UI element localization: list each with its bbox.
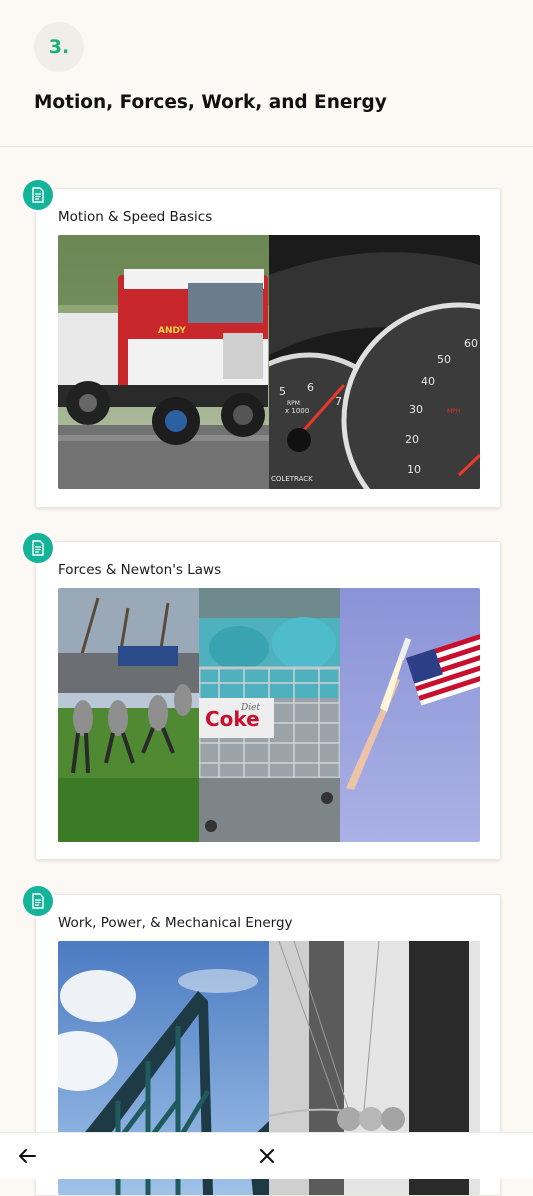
speedometer-photo: 5 6 7 RPM x 1000 60 50 40 30 20 10 MPH C…: [269, 235, 480, 489]
svg-text:7: 7: [335, 395, 342, 408]
svg-text:20: 20: [405, 433, 419, 446]
card-title: Motion & Speed Basics: [58, 209, 213, 225]
svg-text:MPH: MPH: [447, 408, 460, 415]
svg-text:30: 30: [409, 403, 423, 416]
lesson-card-motion[interactable]: Motion & Speed Basics ANDY 5 6 7 RPM x 1…: [23, 180, 501, 508]
card-image[interactable]: Coke Diet: [58, 588, 480, 842]
svg-text:50: 50: [437, 353, 451, 366]
document-icon: [23, 180, 53, 210]
arrow-left-icon: [19, 1149, 36, 1163]
section-title: Motion, Forces, Work, and Energy: [34, 92, 387, 113]
svg-text:40: 40: [421, 375, 435, 388]
svg-text:60: 60: [464, 337, 478, 350]
card-image[interactable]: ANDY 5 6 7 RPM x 1000 60 50 40 30 20 10 …: [58, 235, 480, 489]
truck-name: ANDY: [158, 326, 186, 336]
shopping-cart-photo: Coke Diet: [199, 588, 340, 842]
card-title: Forces & Newton's Laws: [58, 562, 222, 578]
truck-photo: ANDY: [58, 235, 269, 489]
tug-of-war-photo: [58, 588, 199, 842]
close-button[interactable]: [252, 1141, 282, 1171]
section-number: 3.: [48, 36, 70, 58]
svg-text:x 1000: x 1000: [285, 407, 309, 415]
back-button[interactable]: [12, 1141, 42, 1171]
svg-text:RPM: RPM: [287, 400, 300, 407]
lesson-card-forces[interactable]: Forces & Newton's Laws Coke Diet: [23, 533, 501, 860]
section-number-badge: 3.: [34, 22, 84, 72]
document-icon: [23, 533, 53, 563]
close-icon: [260, 1149, 274, 1163]
svg-text:6: 6: [307, 381, 314, 394]
diet-text: Diet: [240, 703, 260, 713]
document-icon: [23, 886, 53, 916]
rocket-launch-photo: [340, 588, 480, 842]
svg-text:5: 5: [279, 385, 286, 398]
svg-text:10: 10: [407, 463, 421, 476]
card-title: Work, Power, & Mechanical Energy: [58, 915, 293, 931]
svg-text:COLETRACK: COLETRACK: [271, 475, 313, 483]
bottom-nav-bar: [0, 1132, 533, 1179]
lesson-header: 3. Motion, Forces, Work, and Energy: [0, 0, 533, 147]
